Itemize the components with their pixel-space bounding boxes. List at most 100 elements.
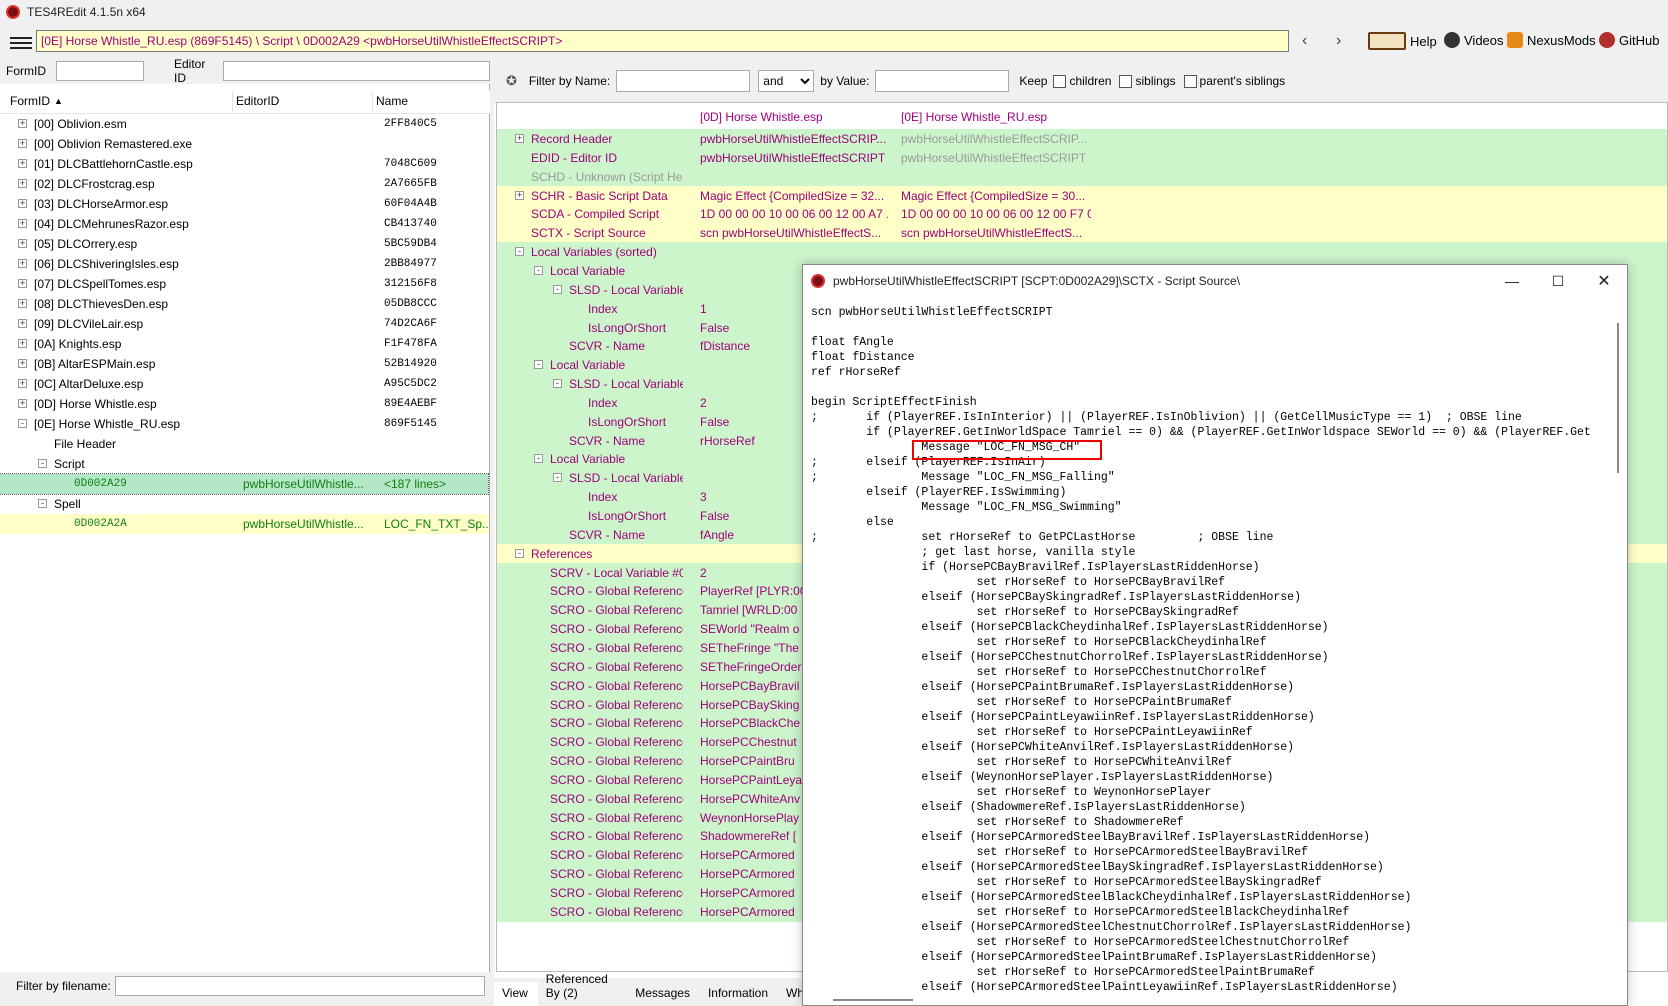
videos-link[interactable]: Videos	[1444, 32, 1504, 48]
tree-row[interactable]: + [09] DLCVileLair.esp 74D2CA6F	[0, 314, 488, 334]
col-header-0e[interactable]: [0E] Horse Whistle_RU.esp	[901, 107, 1091, 127]
tree-name: 89E4AEBF	[384, 398, 437, 410]
editorid-input[interactable]	[223, 61, 490, 81]
tree-row[interactable]: + [08] DLCThievesDen.esp 05DB8CCC	[0, 294, 488, 314]
filter-filename-input[interactable]	[114, 976, 485, 996]
expand-icon[interactable]: +	[18, 299, 27, 308]
maximize-icon[interactable]: ☐	[1535, 265, 1581, 297]
expand-icon[interactable]: +	[18, 399, 27, 408]
expand-icon[interactable]: +	[18, 179, 27, 188]
collapse-icon[interactable]: -	[515, 247, 524, 257]
expand-icon[interactable]: +	[18, 199, 27, 208]
collapse-icon[interactable]: -	[534, 265, 543, 275]
grid-field-name: SCRO - Global Reference ...	[550, 678, 683, 693]
formid-input[interactable]	[56, 61, 144, 81]
children-checkbox[interactable]: children	[1053, 74, 1111, 89]
tree-row[interactable]: + [0A] Knights.esp F1F478FA	[0, 334, 488, 354]
github-link[interactable]: GitHub	[1599, 32, 1659, 48]
tree-row[interactable]: + [06] DLCShiveringIsles.esp 2BB84977	[0, 254, 488, 274]
collapse-icon[interactable]: -	[38, 459, 47, 468]
filter-by-value-input[interactable]	[875, 70, 1010, 92]
tree-row[interactable]: 0D002A29 pwbHorseUtilWhistle... <187 lines…	[0, 473, 489, 495]
nexusmods-link[interactable]: NexusMods	[1507, 32, 1596, 48]
col-formid[interactable]: FormID	[10, 94, 50, 108]
back-icon[interactable]: ‹	[1302, 32, 1307, 50]
expand-icon[interactable]: +	[18, 339, 27, 348]
close-icon[interactable]: ✕	[1581, 265, 1627, 297]
tree-row[interactable]: + [00] Oblivion.esm 2FF840C5	[0, 114, 488, 134]
tree-row[interactable]: + [01] DLCBattlehornCastle.esp 7048C609	[0, 154, 488, 174]
collapse-icon[interactable]: -	[553, 473, 562, 483]
tab-messages[interactable]: Messages	[627, 986, 700, 1006]
grid-field-name: SCRO - Global Reference ...	[550, 772, 683, 787]
col-editorid[interactable]: EditorID	[236, 94, 279, 108]
tree-row[interactable]: + [03] DLCHorseArmor.esp 60F04A4B	[0, 194, 488, 214]
expand-icon[interactable]: +	[515, 134, 524, 143]
expand-icon[interactable]: +	[18, 259, 27, 268]
parents-siblings-checkbox[interactable]: parent's siblings	[1183, 74, 1285, 89]
siblings-checkbox[interactable]: siblings	[1119, 74, 1176, 89]
grid-row[interactable]: SCHD - Unknown (Script He...	[497, 166, 1667, 187]
code-line: begin ScriptEffectFinish	[811, 396, 977, 409]
tree-row[interactable]: + [00] Oblivion Remastered.exe	[0, 134, 488, 154]
col-header-0d[interactable]: [0D] Horse Whistle.esp	[700, 107, 888, 127]
tree-row[interactable]: 0D002A2A pwbHorseUtilWhistle... LOC_FN_TXT…	[0, 514, 488, 534]
tab-referenced-by[interactable]: Referenced By (2)	[538, 972, 627, 1006]
tree-label: [0C] AltarDeluxe.esp	[34, 377, 144, 391]
expand-icon[interactable]: +	[18, 239, 27, 248]
tree-row[interactable]: + [07] DLCSpellTomes.esp 312156F8	[0, 274, 488, 294]
grid-row[interactable]: SCTX - Script Source scn pwbHorseUtilWhis…	[497, 223, 1667, 244]
collapse-icon[interactable]: -	[534, 360, 543, 370]
grid-row[interactable]: EDID - Editor ID pwbHorseUtilWhistleEffec…	[497, 147, 1667, 168]
tree-row[interactable]: + [04] DLCMehrunesRazor.esp CB413740	[0, 214, 488, 234]
tree-row[interactable]: + [02] DLCFrostcrag.esp 2A7665FB	[0, 174, 488, 194]
expand-icon[interactable]: +	[18, 219, 27, 228]
tree-label: [0A] Knights.esp	[34, 337, 122, 351]
collapse-icon[interactable]: -	[553, 379, 562, 389]
col-name[interactable]: Name	[376, 94, 408, 108]
tree-name: 869F5145	[384, 418, 437, 430]
expand-icon[interactable]: +	[18, 139, 27, 148]
tree-row[interactable]: + [05] DLCOrrery.esp 5BC59DB4	[0, 234, 488, 254]
grid-row[interactable]: - Local Variables (sorted)	[497, 242, 1667, 263]
collapse-icon[interactable]: -	[515, 548, 524, 558]
grid-row[interactable]: + SCHR - Basic Script Data Magic Effect {C…	[497, 185, 1667, 206]
forward-icon[interactable]: ›	[1336, 32, 1341, 50]
grid-field-name: IsLongOrShort	[588, 509, 667, 523]
help-link[interactable]: Help	[1368, 32, 1437, 50]
pin-icon[interactable]: ✪	[506, 73, 517, 89]
vertical-scrollbar[interactable]	[1617, 323, 1619, 473]
collapse-icon[interactable]: -	[534, 454, 543, 464]
horizontal-scrollbar[interactable]	[833, 999, 913, 1001]
grid-row[interactable]: + Record Header pwbHorseUtilWhistleEffectS…	[497, 129, 1667, 149]
minimize-icon[interactable]: —	[1489, 265, 1535, 297]
code-line: set rHorseRef to HorsePCPaintBrumaRef	[811, 696, 1232, 709]
tree-row[interactable]: + [0B] AltarESPMain.esp 52B14920	[0, 354, 488, 374]
expand-icon[interactable]: +	[18, 159, 27, 168]
tree-row[interactable]: + [0D] Horse Whistle.esp 89E4AEBF	[0, 394, 488, 414]
tab-view[interactable]: View	[494, 982, 538, 1006]
tab-information[interactable]: Information	[700, 986, 778, 1006]
expand-icon[interactable]: +	[18, 319, 27, 328]
tree-row[interactable]: + [0C] AltarDeluxe.esp A95C5DC2	[0, 374, 488, 394]
filter-by-name-input[interactable]	[616, 70, 751, 92]
expand-icon[interactable]: +	[515, 190, 524, 200]
script-source-text[interactable]: scn pwbHorseUtilWhistleEffectSCRIPT float…	[811, 305, 1611, 1003]
tree-name: 60F04A4B	[384, 198, 437, 210]
collapse-icon[interactable]: -	[38, 499, 47, 508]
hamburger-icon[interactable]	[10, 35, 32, 51]
expand-icon[interactable]: +	[18, 119, 27, 128]
collapse-icon[interactable]: -	[553, 284, 562, 294]
tree-row[interactable]: - Spell	[0, 494, 488, 514]
tree-row[interactable]: - Script	[0, 454, 488, 474]
path-bar[interactable]: [0E] Horse Whistle_RU.esp (869F5145) \ S…	[36, 30, 1289, 52]
expand-icon[interactable]: +	[18, 379, 27, 388]
tree-label: Spell	[54, 497, 81, 511]
tree-row[interactable]: - [0E] Horse Whistle_RU.esp 869F5145	[0, 414, 488, 434]
grid-row[interactable]: SCDA - Compiled Script 1D 00 00 00 10 00 …	[497, 204, 1667, 225]
tree-row[interactable]: File Header	[0, 434, 488, 454]
and-or-select[interactable]: and	[758, 70, 815, 92]
expand-icon[interactable]: +	[18, 359, 27, 368]
collapse-icon[interactable]: -	[18, 419, 27, 428]
expand-icon[interactable]: +	[18, 279, 27, 288]
